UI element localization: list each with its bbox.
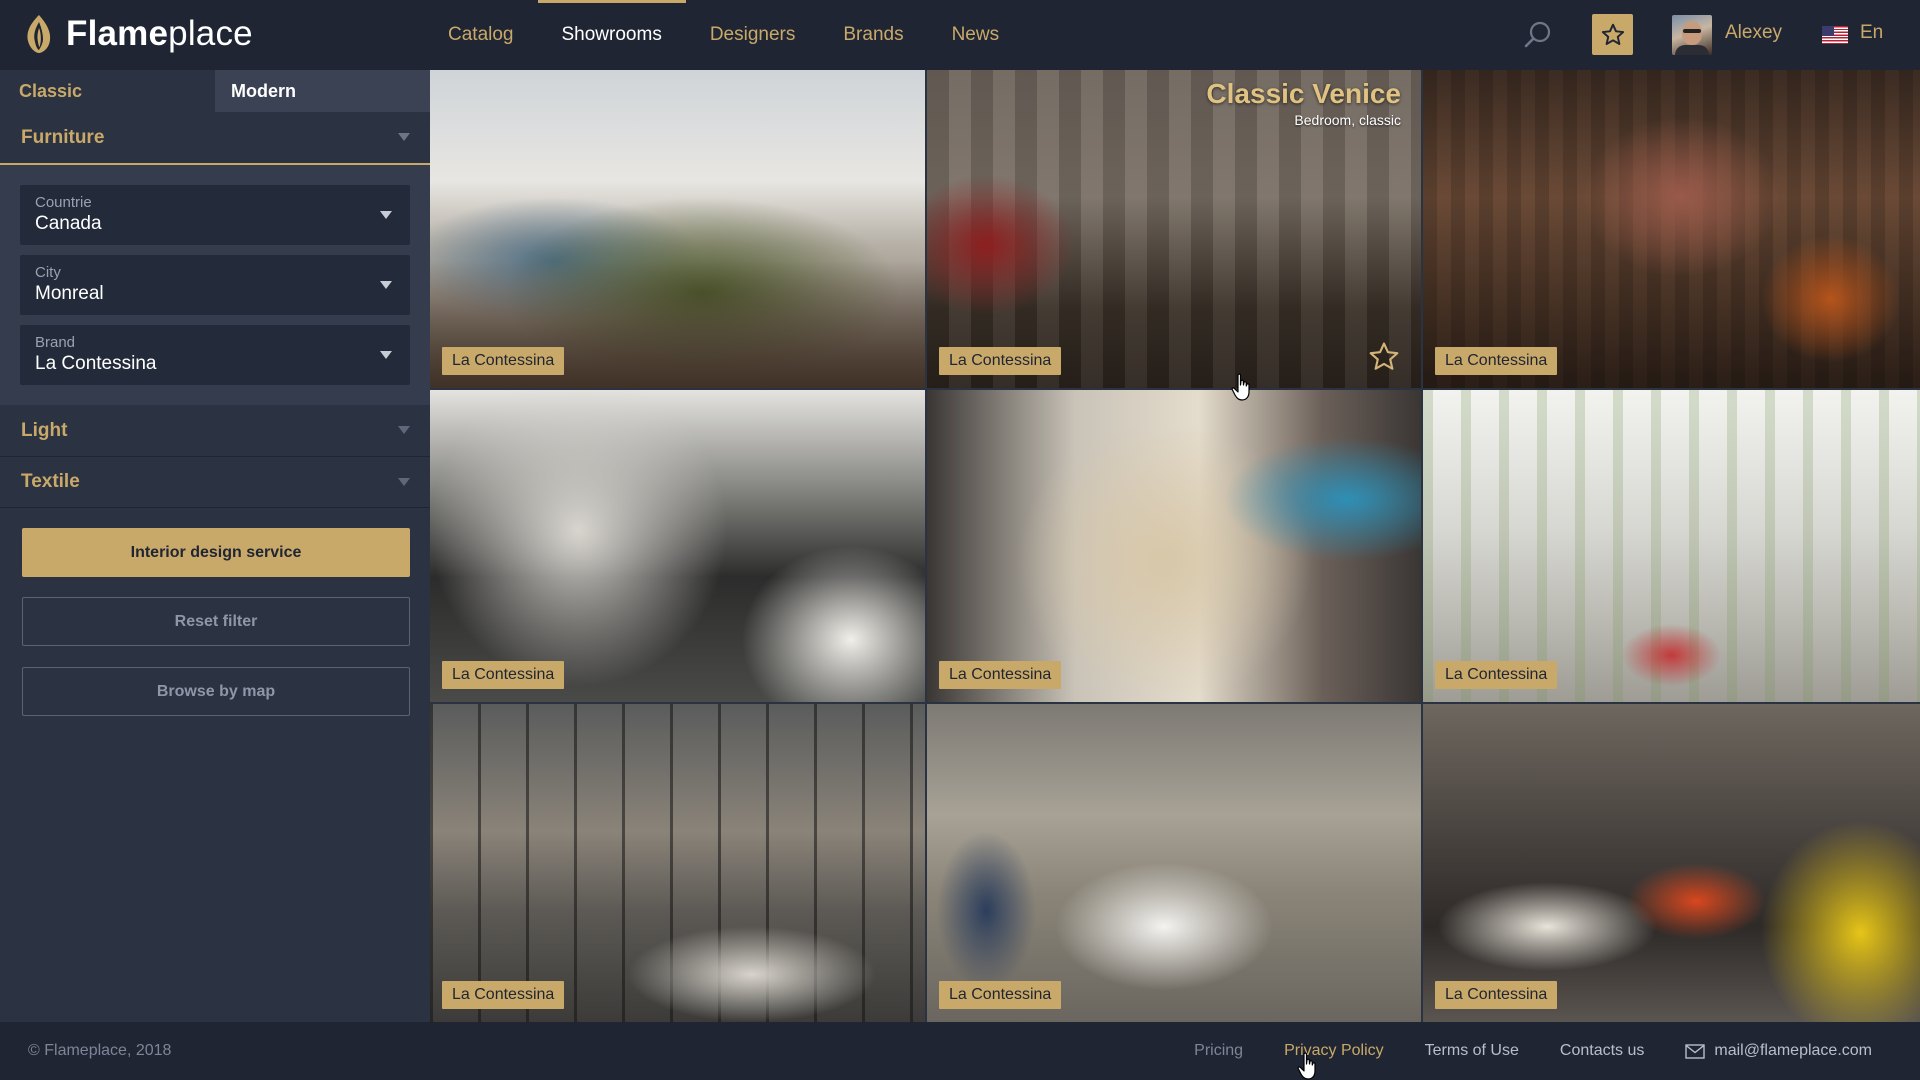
tab-modern[interactable]: Modern: [215, 70, 430, 112]
interior-design-button[interactable]: Interior design service: [22, 528, 410, 577]
showroom-tile[interactable]: Classic Venice Bedroom, classic La Conte…: [927, 70, 1421, 388]
showroom-photo: [430, 70, 925, 388]
browse-map-button[interactable]: Browse by map: [22, 667, 410, 716]
nav-showrooms[interactable]: Showrooms: [537, 0, 687, 70]
copyright: © Flameplace, 2018: [28, 1042, 172, 1059]
city-value: Monreal: [35, 283, 104, 304]
category-light-label: Light: [21, 419, 68, 441]
brand-badge: La Contessina: [1435, 981, 1558, 1009]
brand-badge: La Contessina: [1435, 347, 1558, 375]
city-select[interactable]: City Monreal: [20, 255, 410, 315]
brand-badge: La Contessina: [939, 661, 1062, 689]
mail-icon: [1685, 1043, 1706, 1059]
tab-classic[interactable]: Classic: [0, 70, 215, 112]
showroom-tile[interactable]: La Contessina: [430, 390, 925, 702]
brand-badge: La Contessina: [1435, 661, 1558, 689]
footer-links: Pricing Privacy Policy Terms of Use Cont…: [1194, 1022, 1872, 1080]
star-icon[interactable]: [1367, 340, 1401, 374]
showroom-tile[interactable]: La Contessina: [430, 704, 925, 1022]
showroom-photo: [430, 390, 925, 702]
footer: © Flameplace, 2018 Pricing Privacy Polic…: [0, 1022, 1920, 1080]
furniture-filters: Countrie Canada City Monreal Brand La Co…: [0, 165, 430, 405]
showroom-subtitle: Bedroom, classic: [1294, 112, 1401, 128]
brand-value: La Contessina: [35, 353, 157, 374]
nav-news[interactable]: News: [928, 0, 1024, 70]
showroom-tile[interactable]: La Contessina: [430, 70, 925, 388]
hand-cursor-icon: [1297, 1052, 1316, 1080]
country-label: Countrie: [35, 194, 92, 211]
brand-badge: La Contessina: [939, 347, 1062, 375]
star-icon: [1601, 23, 1624, 45]
category-furniture-label: Furniture: [21, 126, 105, 148]
favorites-button[interactable]: [1592, 14, 1633, 55]
showroom-photo: [927, 704, 1421, 1022]
avatar[interactable]: [1672, 15, 1712, 55]
city-label: City: [35, 264, 61, 281]
logo[interactable]: Flameplace: [22, 12, 253, 56]
showroom-grid: La Contessina Classic Venice Bedroom, cl…: [430, 70, 1920, 1022]
showroom-photo: [1423, 390, 1920, 702]
user-name[interactable]: Alexey: [1725, 22, 1782, 44]
flame-logo-icon: [27, 15, 51, 53]
showroom-tile[interactable]: La Contessina: [1423, 390, 1920, 702]
caret-down-icon: [380, 351, 392, 359]
showroom-tile[interactable]: La Contessina: [927, 390, 1421, 702]
brand-badge: La Contessina: [442, 981, 565, 1009]
nav-brands[interactable]: Brands: [819, 0, 927, 70]
caret-down-icon: [398, 478, 410, 486]
showroom-tile[interactable]: La Contessina: [927, 704, 1421, 1022]
caret-down-icon: [380, 281, 392, 289]
top-header: Flameplace Catalog Showrooms Designers B…: [0, 0, 1920, 70]
category-textile-label: Textile: [21, 471, 80, 492]
category-furniture[interactable]: Furniture: [0, 112, 430, 165]
us-flag-icon[interactable]: [1822, 26, 1848, 44]
reset-filter-button[interactable]: Reset filter: [22, 597, 410, 646]
search-icon[interactable]: [1523, 20, 1553, 50]
category-light[interactable]: Light: [0, 405, 430, 457]
email-text: mail@flameplace.com: [1714, 1042, 1872, 1059]
showroom-photo: [1423, 70, 1920, 388]
language-selector[interactable]: En: [1860, 22, 1883, 44]
caret-down-icon: [380, 211, 392, 219]
category-textile[interactable]: Textile: [0, 457, 430, 508]
showroom-tile[interactable]: La Contessina: [1423, 704, 1920, 1022]
footer-link-terms[interactable]: Terms of Use: [1425, 1042, 1519, 1060]
country-value: Canada: [35, 213, 102, 234]
showroom-tile[interactable]: La Contessina: [1423, 70, 1920, 388]
hand-cursor-icon: [1231, 373, 1250, 401]
brand-label: Brand: [35, 334, 76, 351]
filter-sidebar: Classic Modern Furniture Countrie Canada…: [0, 70, 430, 1022]
showroom-title: Classic Venice: [1206, 78, 1401, 109]
showroom-photo: [927, 390, 1421, 702]
main-nav: Catalog Showrooms Designers Brands News: [424, 0, 1023, 70]
footer-link-pricing[interactable]: Pricing: [1194, 1042, 1243, 1060]
brand-badge: La Contessina: [442, 347, 565, 375]
caret-down-icon: [398, 133, 410, 141]
footer-email-link[interactable]: mail@flameplace.com: [1685, 1042, 1872, 1060]
country-select[interactable]: Countrie Canada: [20, 185, 410, 245]
brand-select[interactable]: Brand La Contessina: [20, 325, 410, 385]
style-tabs: Classic Modern: [0, 70, 430, 112]
nav-designers[interactable]: Designers: [686, 0, 820, 70]
footer-link-contacts[interactable]: Contacts us: [1560, 1042, 1644, 1060]
caret-down-icon: [398, 426, 410, 434]
showroom-photo: [430, 704, 925, 1022]
logo-text: Flameplace: [66, 14, 253, 53]
brand-badge: La Contessina: [939, 981, 1062, 1009]
brand-badge: La Contessina: [442, 661, 565, 689]
nav-catalog[interactable]: Catalog: [424, 0, 538, 70]
showroom-photo: [1423, 704, 1920, 1022]
